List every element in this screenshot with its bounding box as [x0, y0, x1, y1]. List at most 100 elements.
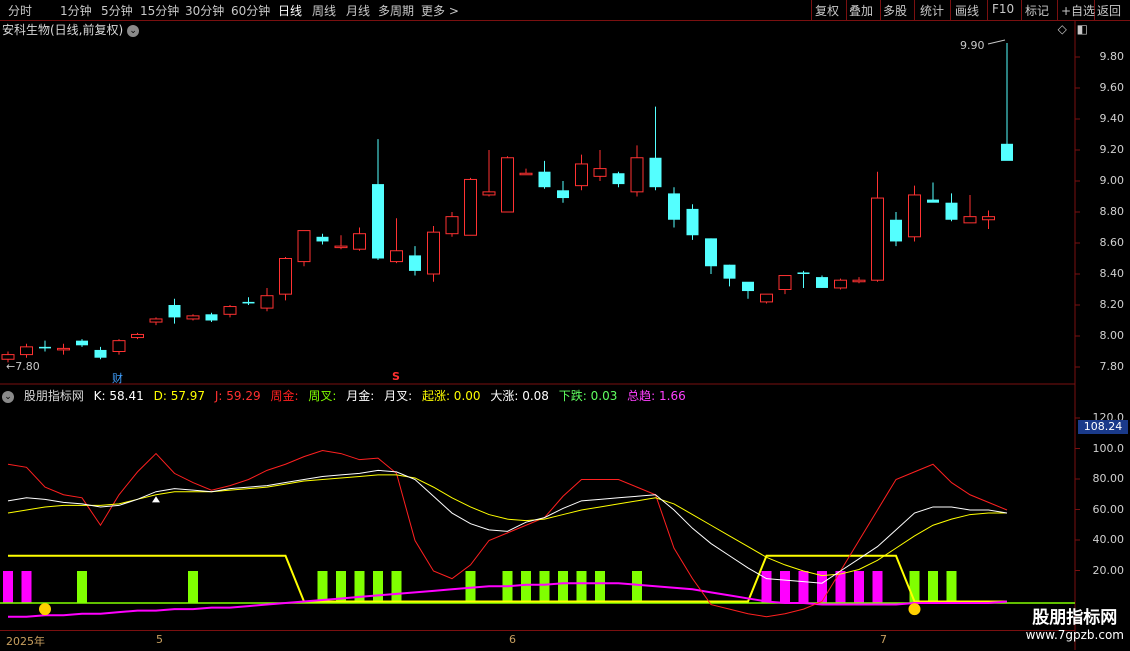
price-tick-label: 9.80: [1099, 50, 1125, 63]
price-tick-label: 9.40: [1099, 112, 1125, 125]
green-signal-bar: [576, 571, 587, 604]
green-signal-bar: [373, 571, 383, 604]
candle-body: [927, 199, 939, 203]
magenta-signal-bar: [3, 571, 13, 604]
candle-body: [723, 264, 736, 279]
magenta-signal-bar: [854, 571, 864, 604]
magenta-signal-bar: [21, 571, 32, 604]
finance-marker[interactable]: 财: [112, 370, 123, 386]
green-signal-bar: [188, 571, 198, 604]
candle-body: [797, 272, 810, 274]
candle-body: [834, 279, 847, 289]
indicator-tick-label: 100.0: [1092, 441, 1125, 455]
magenta-signal-bar: [872, 571, 883, 604]
indicator-tick-label: 20.00: [1092, 563, 1125, 577]
candle-body: [76, 340, 88, 346]
candle-body: [705, 238, 717, 267]
candle-body: [112, 340, 126, 352]
k-line: [7, 469, 1008, 584]
green-signal-bar: [558, 571, 568, 604]
candle-body: [1001, 143, 1013, 161]
candle-body: [372, 184, 384, 259]
candle-body: [39, 346, 51, 349]
candle-body: [630, 157, 644, 193]
magenta-signal-bar: [835, 571, 846, 604]
green-signal-bar: [928, 571, 938, 604]
candle-body: [778, 275, 792, 290]
candle-body: [742, 281, 754, 292]
triangle-marker: [152, 496, 160, 503]
watermark: 股朋指标网 www.7gpzb.com: [1026, 603, 1124, 642]
smiley-icon: [908, 603, 921, 616]
candle-body: [464, 178, 477, 236]
candle-body: [612, 173, 625, 185]
max-price-label: 9.90: [960, 39, 985, 52]
price-tick-label: 8.40: [1099, 267, 1125, 280]
price-tick-label: 9.00: [1099, 174, 1125, 187]
watermark-url: www.7gpzb.com: [1025, 628, 1124, 642]
candle-body: [575, 163, 588, 187]
candle-body: [482, 191, 496, 196]
indicator-tick-label: 80.00: [1092, 472, 1125, 485]
green-signal-bar: [391, 571, 402, 604]
candle-body: [852, 279, 866, 283]
candle-body: [260, 295, 274, 309]
date-label: 5: [156, 633, 163, 646]
date-axis: 2025年 5 6 7: [0, 630, 1075, 651]
candle-body: [334, 245, 348, 249]
candle-body: [57, 347, 70, 351]
candle-body: [131, 333, 144, 339]
max-arrow: [987, 39, 1006, 45]
candle-body: [353, 233, 366, 250]
magenta-signal-bar: [780, 571, 790, 604]
candle-body: [1, 354, 15, 360]
min-price-label: ←7.80: [6, 360, 40, 373]
price-tick-label: 9.60: [1099, 81, 1125, 94]
price-tick-label: 7.80: [1099, 360, 1125, 373]
candle-body: [297, 230, 311, 263]
current-value-tag: 108.24: [1078, 420, 1128, 434]
candle-body: [908, 194, 921, 238]
candle-body: [427, 231, 440, 275]
indicator-tick-label: 40.00: [1092, 533, 1125, 546]
green-signal-bar: [354, 571, 365, 604]
green-signal-bar: [909, 571, 920, 604]
candle-body: [279, 258, 292, 295]
candle-body: [242, 301, 255, 304]
sell-marker[interactable]: S: [392, 370, 400, 383]
candle-body: [390, 250, 403, 263]
min-price-value: 7.80: [15, 360, 40, 373]
candle-body: [668, 193, 680, 220]
watermark-title: 股朋指标网: [1032, 608, 1118, 628]
candle-body: [593, 168, 607, 177]
price-tick-label: 8.00: [1099, 329, 1125, 342]
candle-body: [501, 157, 514, 213]
candle-body: [409, 255, 421, 271]
candle-body: [945, 202, 958, 220]
indicator-tick-label: 60.00: [1092, 502, 1125, 516]
candle-body: [445, 216, 459, 235]
magenta-signal-bar: [761, 571, 772, 604]
candle-body: [149, 318, 163, 323]
green-signal-bar: [317, 571, 328, 604]
candle-body: [94, 349, 107, 358]
green-signal-bar: [632, 571, 642, 604]
candle-body: [557, 190, 569, 199]
kline-chart[interactable]: [0, 0, 1130, 650]
date-label: 7: [880, 633, 887, 646]
green-signal-bar: [595, 571, 605, 604]
candle-body: [871, 197, 884, 281]
candle-body: [168, 305, 181, 318]
candle-body: [963, 216, 977, 224]
price-tick-label: 8.80: [1099, 205, 1125, 218]
price-tick-label: 8.60: [1099, 236, 1125, 249]
green-signal-bar: [946, 571, 957, 604]
magenta-signal-bar: [798, 571, 809, 604]
candle-body: [519, 172, 533, 176]
candle-body: [316, 236, 329, 242]
date-label: 6: [509, 633, 516, 646]
candle-body: [816, 277, 828, 288]
green-signal-bar: [539, 571, 550, 604]
candle-body: [760, 293, 773, 303]
candle-body: [538, 171, 551, 188]
